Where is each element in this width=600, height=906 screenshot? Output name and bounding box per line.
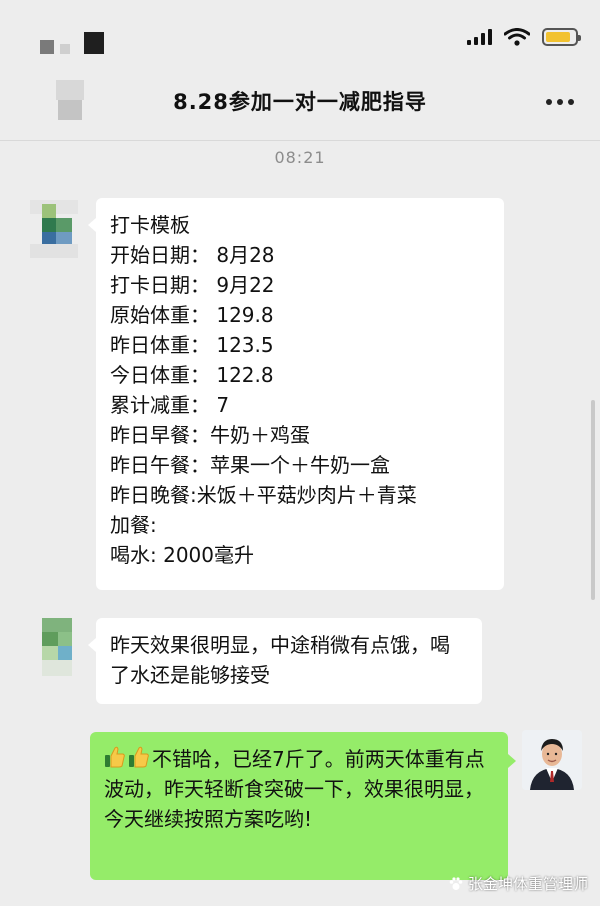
checkin-line: 加餐: (110, 513, 157, 537)
paw-icon (449, 876, 463, 890)
checkin-line: 原始体重： 129.8 (110, 303, 274, 327)
wifi-icon (504, 28, 530, 46)
status-icons (467, 26, 581, 48)
checkin-line: 昨日午餐：苹果一个＋牛奶一盒 (110, 453, 390, 477)
thumbs-up-icon (105, 746, 125, 768)
coach-portrait-icon (522, 730, 582, 790)
cellular-signal-icon (467, 29, 492, 45)
thumbs-up-icon (129, 746, 149, 768)
checkin-message-bubble[interactable]: 打卡模板 开始日期： 8月28 打卡日期： 9月22 原始体重： 129.8 昨… (88, 198, 504, 590)
checkin-line: 喝水: 2000毫升 (110, 543, 254, 567)
checkin-line: 开始日期： 8月28 (110, 243, 275, 267)
feedback-message-bubble[interactable]: 昨天效果很明显，中途稍微有点饿，喝了水还是能够接受 (88, 618, 482, 704)
message-timestamp: 08:21 (274, 148, 326, 167)
watermark: 张金坤体重管理师 (448, 873, 588, 894)
scrollbar[interactable] (591, 400, 595, 600)
reply-message-text: 不错哈，已经7斤了。前两天体重有点波动，昨天轻断食突破一下，效果很明显，今天继续… (104, 747, 485, 831)
sender-avatar[interactable] (30, 200, 78, 258)
checkin-line: 累计减重： 7 (110, 393, 230, 417)
checkin-line: 今日体重： 122.8 (110, 363, 274, 387)
chat-header: 8.28参加一对一减肥指导 (0, 62, 600, 141)
status-mosaic (40, 30, 106, 56)
checkin-line: 昨日早餐：牛奶＋鸡蛋 (110, 423, 310, 447)
checkin-line: 昨日晚餐:米饭＋平菇炒肉片＋青菜 (110, 483, 417, 507)
sender-avatar[interactable] (30, 618, 78, 676)
reply-message-content: 不错哈，已经7斤了。前两天体重有点波动，昨天轻断食突破一下，效果很明显，今天继续… (104, 744, 494, 834)
battery-icon (542, 28, 581, 46)
more-options-icon[interactable] (546, 99, 574, 105)
status-bar (0, 0, 600, 62)
feedback-message-text: 昨天效果很明显，中途稍微有点饿，喝了水还是能够接受 (110, 633, 450, 687)
checkin-line: 打卡模板 (110, 213, 190, 237)
chat-title: 8.28参加一对一减肥指导 (173, 90, 427, 114)
checkin-line: 昨日体重： 123.5 (110, 333, 274, 357)
coach-avatar[interactable] (522, 730, 582, 790)
reply-message-bubble[interactable]: 不错哈，已经7斤了。前两天体重有点波动，昨天轻断食突破一下，效果很明显，今天继续… (90, 732, 516, 880)
checkin-line: 打卡日期： 9月22 (110, 273, 275, 297)
watermark-text: 张金坤体重管理师 (467, 875, 588, 893)
